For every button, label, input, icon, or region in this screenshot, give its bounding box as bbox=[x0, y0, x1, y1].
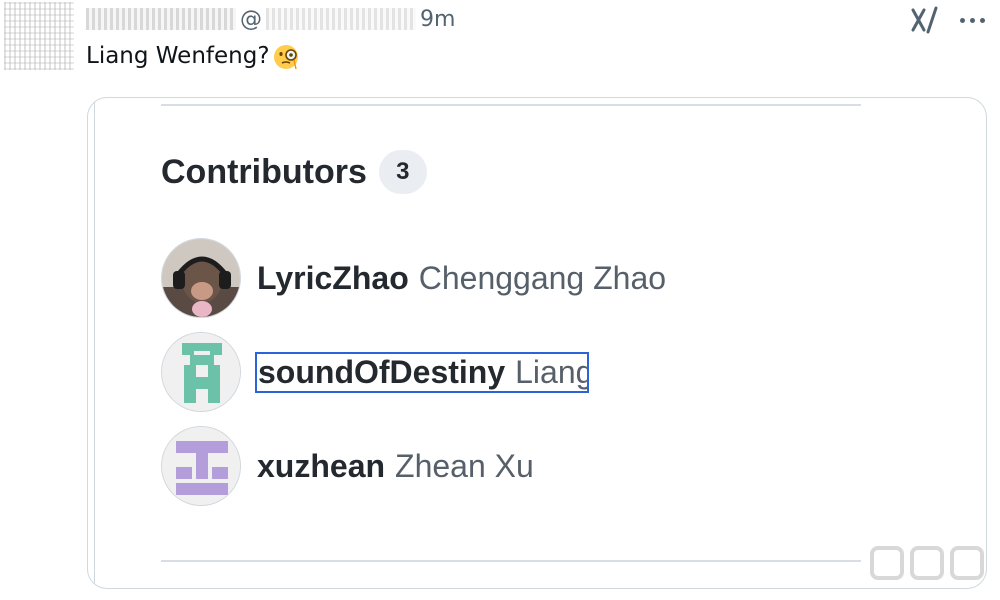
author-name-blurred[interactable] bbox=[86, 8, 236, 30]
contributors-title: Contributors 3 bbox=[161, 150, 427, 194]
monocle-face-icon bbox=[272, 42, 300, 70]
monkey-headphones-avatar[interactable] bbox=[161, 238, 241, 318]
watermark-logo bbox=[868, 540, 988, 590]
purple-identicon-avatar[interactable] bbox=[161, 426, 241, 506]
tweet-text: Liang Wenfeng? bbox=[86, 42, 300, 70]
contributor-username[interactable]: soundOfDestiny bbox=[258, 354, 505, 391]
contributor-fullname: Chenggang Zhao bbox=[418, 259, 667, 296]
screenshot-media-card[interactable]: Contributors 3 LyricZhao Chenggang Zhao … bbox=[87, 97, 987, 589]
contributor-focused-link[interactable]: soundOfDestiny Liang bbox=[255, 351, 589, 393]
contributor-name: soundOfDestiny Liang bbox=[255, 351, 589, 393]
tweet-header: @ 9m bbox=[86, 4, 455, 34]
contributors-panel: Contributors 3 LyricZhao Chenggang Zhao … bbox=[94, 98, 894, 588]
contributor-row[interactable]: xuzhean Zhean Xu bbox=[161, 426, 534, 506]
contributor-name: xuzhean Zhean Xu bbox=[257, 448, 534, 485]
grok-icon[interactable] bbox=[910, 6, 940, 34]
contributor-row[interactable]: LyricZhao Chenggang Zhao bbox=[161, 238, 666, 318]
divider bbox=[161, 560, 861, 562]
contributors-count-badge: 3 bbox=[378, 150, 427, 194]
contributor-row[interactable]: soundOfDestiny Liang bbox=[161, 332, 589, 412]
contributor-fullname: Zhean Xu bbox=[395, 447, 534, 484]
contributor-username[interactable]: xuzhean bbox=[257, 448, 385, 485]
more-options-icon[interactable] bbox=[956, 10, 988, 30]
author-handle-blurred[interactable] bbox=[266, 8, 416, 30]
contributor-username[interactable]: LyricZhao bbox=[257, 260, 409, 297]
divider bbox=[161, 104, 861, 106]
contributors-heading[interactable]: Contributors bbox=[161, 153, 367, 192]
tweet-timestamp[interactable]: 9m bbox=[420, 7, 455, 32]
contributor-fullname: Liang bbox=[515, 353, 587, 390]
author-avatar[interactable] bbox=[4, 2, 74, 70]
tweet-body: Liang Wenfeng? bbox=[86, 43, 270, 69]
contributor-name: LyricZhao Chenggang Zhao bbox=[257, 260, 666, 297]
green-identicon-avatar[interactable] bbox=[161, 332, 241, 412]
handle-at-sign: @ bbox=[240, 6, 262, 32]
